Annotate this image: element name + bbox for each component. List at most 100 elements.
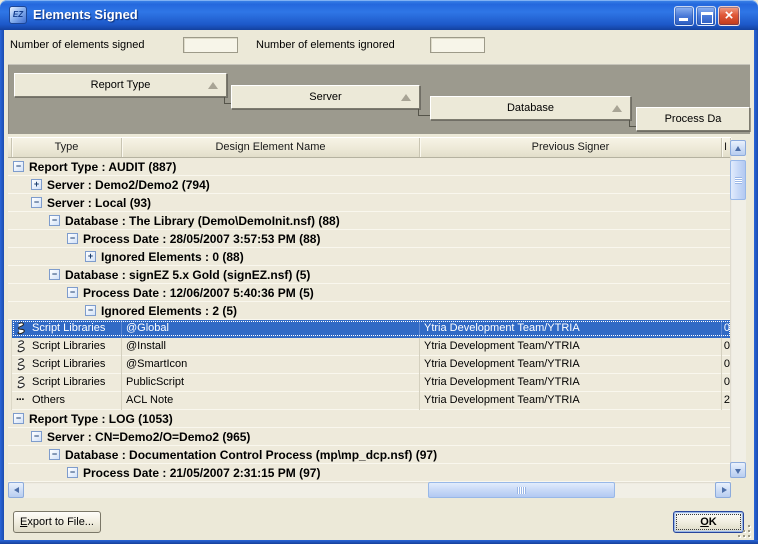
horizontal-scrollbar[interactable] [8, 482, 731, 498]
window-border-right [754, 30, 758, 540]
titlebar[interactable]: EZ Elements Signed [0, 0, 758, 30]
type-cell: ··· Others [12, 392, 122, 410]
column-header-design-element-name[interactable]: Design Element Name [122, 138, 420, 157]
group-row-label: Server : Local (93) [47, 195, 151, 211]
scroll-right-button[interactable] [715, 482, 731, 498]
close-button[interactable] [718, 6, 740, 26]
group-button-process-date[interactable]: Process Da [636, 107, 750, 131]
arrow-right-icon [722, 487, 727, 493]
element-row[interactable]: ··· Others ACL NoteYtria Development Team/… [8, 392, 731, 410]
group-row[interactable]: −Report Type : LOG (1053) [8, 410, 731, 428]
group-row-label: Ignored Elements : 2 (5) [101, 303, 237, 319]
group-button-label: Database [507, 102, 554, 114]
group-row[interactable]: −Report Type : AUDIT (887) [8, 158, 731, 176]
group-row[interactable]: −Process Date : 12/06/2007 5:40:36 PM (5… [8, 284, 731, 302]
collapse-toggle-icon[interactable]: − [67, 233, 78, 244]
ignored-count-input[interactable] [430, 37, 485, 53]
group-row[interactable]: −Server : Local (93) [8, 194, 731, 212]
group-button-label: Server [309, 91, 341, 103]
collapse-toggle-icon[interactable]: − [67, 467, 78, 478]
sort-asc-icon [612, 105, 622, 112]
group-row-label: Database : The Library (Demo\DemoInit.ns… [65, 213, 340, 229]
group-button-report-type[interactable]: Report Type [14, 73, 227, 97]
group-button-label: Process Da [665, 113, 722, 125]
horizontal-scrollbar-thumb[interactable] [428, 482, 615, 498]
sort-asc-icon [401, 94, 411, 101]
expand-toggle-icon[interactable]: + [85, 251, 96, 262]
collapse-toggle-icon[interactable]: − [67, 287, 78, 298]
ok-button[interactable]: OK [673, 511, 744, 533]
type-cell: Script Libraries [12, 338, 122, 356]
column-header-type[interactable]: Type [12, 138, 122, 157]
arrow-down-icon [735, 469, 741, 474]
others-icon: ··· [16, 394, 28, 408]
signed-count-input[interactable] [183, 37, 238, 53]
group-row-label: Report Type : LOG (1053) [29, 411, 173, 427]
collapse-toggle-icon[interactable]: − [31, 431, 42, 442]
design-element-name-cell: @Global [122, 320, 420, 338]
element-row[interactable]: Script Libraries PublicScriptYtria Develo… [8, 374, 731, 392]
element-row[interactable]: Script Libraries @SmartIconYtria Developm… [8, 356, 731, 374]
type-label: Script Libraries [32, 358, 105, 370]
collapse-toggle-icon[interactable]: − [13, 161, 24, 172]
group-row[interactable]: −Server : CN=Demo2/O=Demo2 (965) [8, 428, 731, 446]
group-button-database[interactable]: Database [430, 96, 631, 120]
design-element-name-cell: ACL Note [122, 392, 420, 410]
scroll-down-button[interactable] [730, 462, 746, 478]
scroll-up-button[interactable] [730, 140, 746, 156]
type-label: Script Libraries [32, 376, 105, 388]
expand-toggle-icon[interactable]: + [31, 179, 42, 190]
type-cell: Script Libraries [12, 356, 122, 374]
vertical-scrollbar-thumb[interactable] [730, 160, 746, 200]
arrow-up-icon [735, 146, 741, 151]
window-border-bottom [0, 540, 758, 544]
minimize-button[interactable] [674, 6, 694, 26]
column-header-previous-signer[interactable]: Previous Signer [420, 138, 722, 157]
design-element-name-cell: PublicScript [122, 374, 420, 392]
resize-grip[interactable] [737, 525, 752, 539]
design-element-name-cell: @SmartIcon [122, 356, 420, 374]
collapse-toggle-icon[interactable]: − [13, 413, 24, 424]
group-button-label: Report Type [91, 79, 151, 91]
scroll-left-button[interactable] [8, 482, 24, 498]
collapse-toggle-icon[interactable]: − [85, 305, 96, 316]
previous-signer-cell: Ytria Development Team/YTRIA [420, 374, 722, 392]
group-row-label: Process Date : 21/05/2007 2:31:15 PM (97… [83, 465, 320, 481]
group-row[interactable]: −Ignored Elements : 2 (5) [8, 302, 731, 320]
arrow-left-icon [14, 487, 19, 493]
group-row[interactable]: −Database : The Library (Demo\DemoInit.n… [8, 212, 731, 230]
type-cell: Script Libraries [12, 374, 122, 392]
group-row-label: Server : Demo2/Demo2 (794) [47, 177, 210, 193]
type-cell: Script Libraries [12, 320, 122, 338]
previous-signer-cell: Ytria Development Team/YTRIA [420, 320, 722, 338]
element-row[interactable]: Script Libraries @GlobalYtria Development… [8, 320, 731, 338]
group-connector [418, 109, 430, 116]
group-row-label: Ignored Elements : 0 (88) [101, 249, 244, 265]
previous-signer-cell: Ytria Development Team/YTRIA [420, 338, 722, 356]
maximize-button[interactable] [696, 6, 716, 26]
group-row-label: Process Date : 28/05/2007 3:57:53 PM (88… [83, 231, 320, 247]
previous-signer-cell: Ytria Development Team/YTRIA [420, 356, 722, 374]
elements-signed-dialog: EZ Elements Signed Number of elements si… [0, 0, 758, 544]
group-row[interactable]: −Process Date : 28/05/2007 3:57:53 PM (8… [8, 230, 731, 248]
vertical-scrollbar[interactable] [730, 140, 746, 478]
group-row[interactable]: + Server : Demo2/Demo2 (794) [8, 176, 731, 194]
type-label: Others [32, 394, 65, 406]
signed-count-label: Number of elements signed [10, 39, 145, 51]
collapse-toggle-icon[interactable]: − [31, 197, 42, 208]
group-row[interactable]: −Database : Documentation Control Proces… [8, 446, 731, 464]
group-by-panel: Report Type Server Database Process Da [8, 64, 750, 134]
group-row[interactable]: −Process Date : 21/05/2007 2:31:15 PM (9… [8, 464, 731, 482]
script-library-icon [16, 376, 28, 390]
group-button-server[interactable]: Server [231, 85, 420, 109]
group-row-label: Report Type : AUDIT (887) [29, 159, 176, 175]
collapse-toggle-icon[interactable]: − [49, 449, 60, 460]
collapse-toggle-icon[interactable]: − [49, 215, 60, 226]
group-row[interactable]: + Ignored Elements : 0 (88) [8, 248, 731, 266]
collapse-toggle-icon[interactable]: − [49, 269, 60, 280]
export-to-file-button[interactable]: Export to File... [13, 511, 101, 533]
type-label: Script Libraries [32, 322, 105, 334]
previous-signer-cell: Ytria Development Team/YTRIA [420, 392, 722, 410]
element-row[interactable]: Script Libraries@InstallYtria Developmen… [8, 338, 731, 356]
group-row[interactable]: −Database : signEZ 5.x Gold (signEZ.nsf)… [8, 266, 731, 284]
